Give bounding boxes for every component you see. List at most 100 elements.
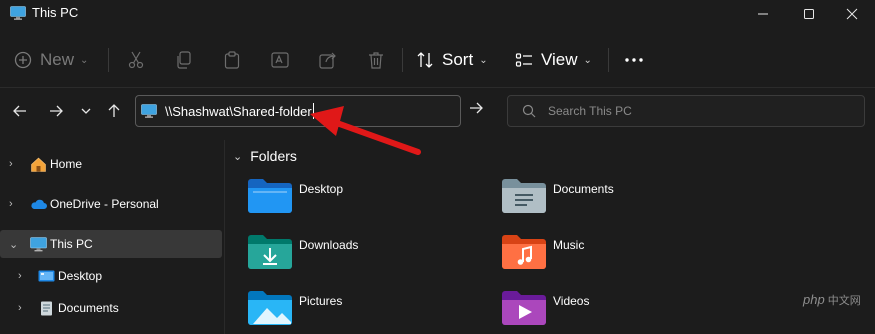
- desktop-folder-icon: [38, 270, 55, 281]
- title-bar: This PC: [0, 0, 875, 28]
- plus-circle-icon: [14, 51, 32, 69]
- folder-pictures[interactable]: Pictures: [247, 290, 342, 326]
- rename-icon: [271, 52, 289, 68]
- search-icon: [522, 104, 536, 118]
- cloud-icon: [31, 199, 47, 209]
- chevron-right-icon[interactable]: ›: [9, 198, 13, 210]
- more-icon: [625, 58, 643, 62]
- videos-folder-icon: [502, 291, 546, 325]
- paste-button[interactable]: [216, 44, 248, 76]
- folder-label: Pictures: [299, 294, 343, 308]
- search-box[interactable]: Search This PC: [507, 95, 865, 127]
- monitor-icon: [10, 6, 26, 20]
- folder-label: Downloads: [299, 238, 359, 252]
- back-button[interactable]: [8, 99, 32, 123]
- rename-button[interactable]: [264, 44, 296, 76]
- monitor-icon: [30, 236, 47, 251]
- more-options-button[interactable]: [620, 44, 648, 76]
- pictures-folder-icon: [248, 291, 292, 325]
- sidebar-item-onedrive[interactable]: › OneDrive - Personal: [0, 190, 222, 218]
- chevron-right-icon[interactable]: ›: [18, 302, 22, 314]
- downloads-folder-icon: [248, 235, 292, 269]
- sidebar-item-desktop[interactable]: › Desktop: [0, 262, 222, 290]
- arrow-left-icon: [13, 105, 26, 117]
- minimize-button[interactable]: [740, 0, 786, 28]
- documents-folder-icon: [41, 301, 52, 315]
- forward-button[interactable]: [44, 99, 68, 123]
- close-button[interactable]: [829, 0, 875, 28]
- sidebar-item-label: This PC: [50, 237, 93, 251]
- folder-music[interactable]: Music: [501, 234, 584, 270]
- chevron-down-icon: ⌄: [80, 54, 89, 66]
- delete-icon: [369, 52, 383, 69]
- maximize-icon: [804, 9, 814, 19]
- cut-button[interactable]: [120, 44, 152, 76]
- folder-label: Videos: [553, 294, 590, 308]
- up-button[interactable]: [102, 99, 126, 123]
- sidebar-item-label: Documents: [58, 301, 119, 315]
- watermark: php 中文网: [803, 292, 861, 308]
- arrow-up-icon: [108, 104, 120, 117]
- chevron-down-icon[interactable]: ⌄: [9, 238, 18, 251]
- chevron-down-icon: ⌄: [233, 150, 243, 163]
- sidebar-item-this-pc[interactable]: ⌄ This PC: [0, 230, 222, 258]
- new-label: New: [40, 50, 75, 69]
- sidebar-item-home[interactable]: › Home: [0, 150, 222, 178]
- music-folder-icon: [502, 235, 546, 269]
- home-icon: [31, 157, 46, 172]
- arrow-right-icon: [50, 105, 63, 117]
- chevron-down-icon: ⌄: [583, 54, 592, 66]
- toolbar-separator: [608, 48, 609, 72]
- section-title: Folders: [250, 148, 297, 164]
- folder-desktop[interactable]: Desktop: [247, 178, 343, 214]
- copy-button[interactable]: [168, 44, 200, 76]
- search-placeholder: Search This PC: [548, 104, 632, 118]
- documents-folder-icon: [502, 179, 546, 213]
- watermark-text: php: [803, 292, 825, 307]
- folders-section-header[interactable]: ⌄ Folders: [233, 148, 297, 164]
- new-button[interactable]: New ⌄: [14, 44, 88, 76]
- cut-icon: [128, 51, 144, 69]
- paste-icon: [224, 51, 240, 69]
- recent-locations-button[interactable]: [74, 99, 98, 123]
- toolbar-separator: [108, 48, 109, 72]
- maximize-button[interactable]: [786, 0, 832, 28]
- folder-documents[interactable]: Documents: [501, 178, 614, 214]
- red-arrow-annotation: [310, 106, 421, 155]
- folder-label: Desktop: [299, 182, 344, 196]
- chevron-right-icon[interactable]: ›: [18, 270, 22, 282]
- chevron-down-icon: ⌄: [479, 54, 488, 66]
- folder-label: Documents: [553, 182, 614, 196]
- share-button[interactable]: [312, 44, 344, 76]
- view-button[interactable]: View ⌄: [515, 44, 592, 76]
- content-pane: ⌄ Folders Desktop Documents Downloads Mu…: [225, 140, 875, 334]
- command-bar: New ⌄ Sort ⌄ View ⌄: [0, 32, 875, 88]
- sidebar-item-documents[interactable]: › Documents: [0, 294, 222, 322]
- chevron-down-icon: [81, 108, 91, 114]
- navigation-pane: › Home › OneDrive - Personal ⌄ This PC ›…: [0, 140, 224, 334]
- copy-icon: [177, 51, 191, 69]
- close-icon: [846, 8, 858, 20]
- go-button[interactable]: [464, 96, 488, 120]
- minimize-icon: [758, 13, 768, 15]
- sidebar-item-label: Home: [50, 157, 83, 171]
- view-label: View: [541, 50, 578, 69]
- sort-label: Sort: [442, 50, 474, 69]
- folder-videos[interactable]: Videos: [501, 290, 589, 326]
- watermark-suffix: 中文网: [827, 295, 861, 307]
- chevron-right-icon[interactable]: ›: [9, 158, 13, 170]
- share-icon: [319, 52, 336, 69]
- monitor-icon: [141, 104, 157, 118]
- sidebar-item-label: Desktop: [58, 269, 103, 283]
- sort-icon: [417, 52, 433, 68]
- delete-button[interactable]: [360, 44, 392, 76]
- sidebar-item-label: OneDrive - Personal: [50, 197, 159, 211]
- arrow-right-icon: [470, 102, 483, 114]
- sort-button[interactable]: Sort ⌄: [416, 44, 488, 76]
- folder-downloads[interactable]: Downloads: [247, 234, 358, 270]
- window-title: This PC: [32, 5, 79, 20]
- toolbar-separator: [402, 48, 403, 72]
- view-icon: [515, 53, 532, 67]
- desktop-folder-icon: [248, 179, 292, 213]
- address-path[interactable]: \\Shashwat\Shared-folder: [165, 104, 312, 119]
